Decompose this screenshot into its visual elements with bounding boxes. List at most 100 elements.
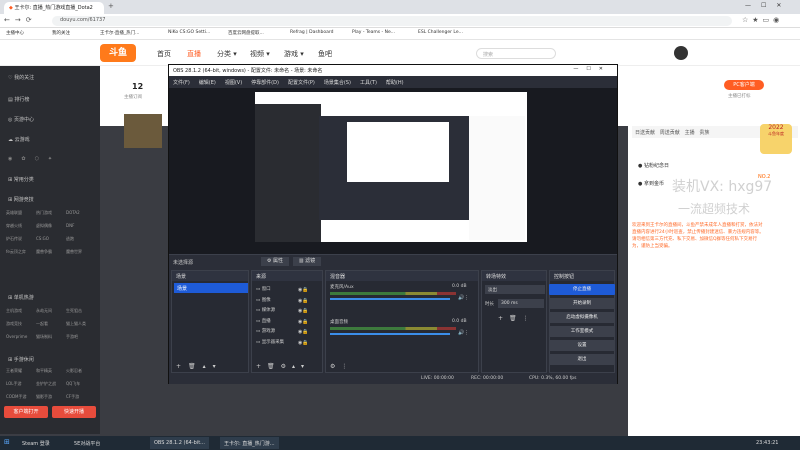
- pc-client-button[interactable]: PC客户端: [724, 80, 764, 90]
- category-link[interactable]: 王者荣耀: [6, 368, 36, 374]
- transition-select[interactable]: 淡出: [485, 285, 545, 294]
- category-link[interactable]: CS:GO: [36, 236, 66, 242]
- category-link[interactable]: 魔兽世界: [66, 249, 96, 255]
- open-client-button[interactable]: 客户端打开: [4, 406, 48, 418]
- bookmark-0[interactable]: 主播中心: [6, 30, 24, 36]
- taskbar-item[interactable]: Steam 登录: [18, 437, 54, 449]
- mixer-volume-slider[interactable]: [330, 333, 450, 335]
- bookmark-2[interactable]: 王卡尔·直播_热门...: [100, 30, 139, 36]
- scene-dock-toolbar[interactable]: +🗑▴▾: [176, 363, 223, 370]
- duration-input[interactable]: 300 ms: [498, 299, 544, 308]
- bookmark-6[interactable]: Play - Teams - Ne...: [352, 30, 395, 35]
- nav-arrows-icon[interactable]: ←→⟳: [4, 16, 37, 24]
- transition-toolbar[interactable]: +🗑⋮: [498, 315, 535, 322]
- sidebar-item-cloudgame[interactable]: ☁ 云游戏: [8, 136, 30, 143]
- category-link[interactable]: LOL手游: [6, 381, 36, 387]
- menu-help[interactable]: 帮助(H): [386, 79, 404, 86]
- category-link[interactable]: 金铲铲之战: [36, 381, 66, 387]
- window-controls[interactable]: —☐✕: [745, 2, 791, 9]
- category-link[interactable]: DNF: [66, 223, 96, 229]
- browser-tab-active[interactable]: ◆ 王卡尔: 直播_热门游戏直播_Dota2: [4, 2, 104, 14]
- source-item[interactable]: ▭ 图像: [256, 296, 284, 307]
- search-input[interactable]: 搜索: [476, 48, 556, 59]
- taskbar-item[interactable]: 王卡尔: 直播_热门游...: [220, 437, 279, 449]
- source-item[interactable]: ▭ 媒体源: [256, 306, 284, 317]
- stop-streaming-button[interactable]: 停止直播: [549, 284, 615, 295]
- category-link[interactable]: 火影忍者: [66, 368, 96, 374]
- category-link[interactable]: 魔兽争霸: [36, 249, 66, 255]
- category-link[interactable]: 热门游戏: [36, 210, 66, 216]
- category-link[interactable]: 猫影手游: [36, 394, 66, 400]
- nav-video[interactable]: 视频 ▾: [250, 49, 270, 59]
- url-input[interactable]: douyu.com/61737: [52, 16, 732, 26]
- filters-button[interactable]: ▥ 滤镜: [293, 257, 321, 266]
- properties-button[interactable]: ⚙ 属性: [261, 257, 289, 266]
- source-item[interactable]: ▭ 窗口: [256, 285, 284, 296]
- mixer-volume-slider[interactable]: [330, 298, 450, 300]
- extensions-icon[interactable]: ☆★▭◉: [742, 16, 783, 24]
- sidebar-item-webgame[interactable]: ◎ 页游中心: [8, 116, 34, 123]
- speaker-icon[interactable]: 🔊⋮: [458, 330, 469, 336]
- category-link[interactable]: 和平精英: [36, 368, 66, 374]
- douyu-logo[interactable]: 斗鱼: [100, 44, 136, 62]
- visibility-toggles[interactable]: ◉🔒 ◉🔒 ◉🔒 ◉🔒 ◉🔒 ◉🔒: [298, 285, 309, 348]
- bookmark-3[interactable]: NiKo CS:GO Setti...: [168, 30, 210, 35]
- virtual-camera-button[interactable]: 启动虚拟摄像机: [549, 312, 615, 323]
- menu-profile[interactable]: 配置文件(P): [288, 79, 315, 86]
- start-recording-button[interactable]: 开始录制: [549, 298, 615, 309]
- speaker-icon[interactable]: 🔊⋮: [458, 295, 469, 301]
- studio-mode-button[interactable]: 工作室模式: [549, 326, 615, 337]
- nav-games[interactable]: 游戏 ▾: [284, 49, 304, 59]
- menu-tools[interactable]: 工具(T): [360, 79, 377, 86]
- tab-daily[interactable]: 日送贡献: [635, 130, 655, 136]
- category-link[interactable]: QQ飞车: [66, 381, 96, 387]
- sidebar-icon-row[interactable]: ◉✿⬡✦: [8, 156, 61, 162]
- avatar[interactable]: [674, 46, 688, 60]
- bookmark-7[interactable]: ESL Challenger Le...: [418, 30, 463, 35]
- tab-weekly[interactable]: 周送贡献: [660, 130, 680, 136]
- streamer-thumbnail[interactable]: [124, 114, 162, 148]
- category-link[interactable]: 永劫无间: [36, 308, 66, 314]
- category-link[interactable]: DOTA2: [66, 210, 96, 216]
- tab-anchor[interactable]: 主播: [685, 130, 695, 136]
- menu-view[interactable]: 视图(V): [225, 79, 242, 86]
- category-link[interactable]: 穿越火线: [6, 223, 36, 229]
- tab-noble[interactable]: 贵族: [699, 130, 709, 136]
- nav-fishbar[interactable]: 鱼吧: [318, 49, 332, 59]
- bookmark-1[interactable]: 我的关注: [52, 30, 70, 36]
- settings-button[interactable]: 设置: [549, 340, 615, 351]
- new-tab-button[interactable]: +: [108, 2, 114, 10]
- category-link[interactable]: 猫场制料: [36, 334, 66, 340]
- bookmark-5[interactable]: Refrag | Dashboard: [290, 30, 334, 35]
- sidebar-item-follow[interactable]: ♡ 我的关注: [8, 74, 34, 81]
- category-link[interactable]: Overprime: [6, 334, 36, 340]
- menu-file[interactable]: 文件(F): [173, 79, 190, 86]
- category-link[interactable]: 炉石传说: [6, 236, 36, 242]
- category-link[interactable]: 主机游戏: [6, 308, 36, 314]
- taskbar-item[interactable]: OBS 28.1.2 (64-bit...: [150, 437, 209, 449]
- category-link[interactable]: 手游吧: [66, 334, 96, 340]
- exit-button[interactable]: 退出: [549, 354, 615, 365]
- nav-live[interactable]: 直播: [187, 49, 201, 59]
- source-item[interactable]: ▭ 直播: [256, 317, 284, 328]
- category-link[interactable]: 生死狙击: [66, 308, 96, 314]
- sidebar-item-rank[interactable]: ▤ 排行榜: [8, 96, 29, 103]
- category-link[interactable]: 游戏竞技: [6, 321, 36, 327]
- obs-window-controls[interactable]: —☐✕: [573, 66, 611, 72]
- quick-start-button[interactable]: 快速开播: [52, 406, 96, 418]
- obs-preview[interactable]: [169, 88, 617, 254]
- source-item[interactable]: ▭ 游戏源: [256, 327, 284, 338]
- menu-edit[interactable]: 编辑(E): [199, 79, 216, 86]
- nav-category[interactable]: 分类 ▾: [217, 49, 237, 59]
- source-item[interactable]: ▭ 显示器采集: [256, 338, 284, 349]
- category-link[interactable]: 逃跑: [66, 236, 96, 242]
- category-link[interactable]: 英雄联盟: [6, 210, 36, 216]
- category-link[interactable]: 猫上猫人类: [66, 321, 96, 327]
- category-link[interactable]: 虚拟偶像: [36, 223, 66, 229]
- category-link[interactable]: 一起看: [36, 321, 66, 327]
- category-link[interactable]: CF手游: [66, 394, 96, 400]
- bookmark-4[interactable]: 百度云网盘提取...: [228, 30, 264, 36]
- menu-scene-collection[interactable]: 场景集合(S): [324, 79, 351, 86]
- windows-start-icon[interactable]: ⊞: [4, 438, 10, 446]
- taskbar-item[interactable]: 5E对战平台: [70, 437, 104, 449]
